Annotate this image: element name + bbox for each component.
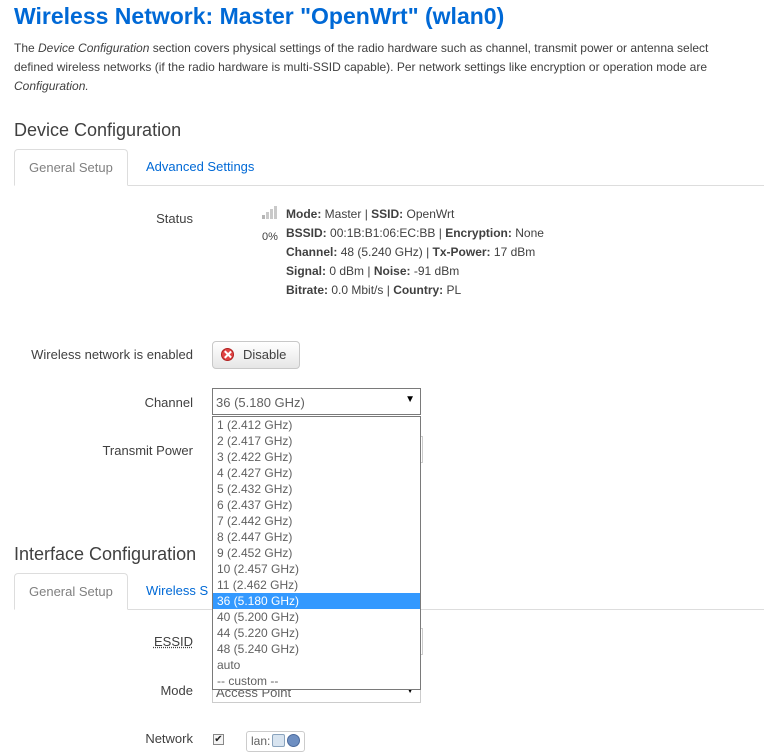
ethernet-icon xyxy=(272,734,286,747)
wifi-network-icon xyxy=(287,734,301,747)
desc-text: section covers physical settings of the … xyxy=(149,41,709,55)
status-bssid-line: BSSID: 00:1B:B1:06:EC:BB | Encryption: N… xyxy=(286,226,544,240)
txpower-value: 17 dBm xyxy=(493,245,536,259)
tab-wireless-security[interactable]: Wireless S xyxy=(146,573,208,608)
status-signal-line: Signal: 0 dBm | Noise: -91 dBm xyxy=(286,264,460,278)
bitrate-value: 0.0 Mbit/s xyxy=(331,283,384,297)
desc-emphasis: Device Configuration xyxy=(38,41,150,55)
tab-interface-general-setup[interactable]: General Setup xyxy=(14,573,128,610)
signal-value: 0 dBm xyxy=(329,264,365,278)
status-label: Status xyxy=(156,211,193,226)
desc-text: defined wireless networks (if the radio … xyxy=(14,60,707,74)
disable-button[interactable]: Disable xyxy=(212,341,300,369)
mode-value: Master xyxy=(324,207,362,221)
page-description: The Device Configuration section covers … xyxy=(14,39,764,96)
network-lan-chip: lan: xyxy=(246,731,306,752)
ssid-label: SSID: xyxy=(371,207,404,221)
signal-label: Signal: xyxy=(286,264,327,278)
signal-percent: 0% xyxy=(262,231,278,243)
channel-option[interactable]: auto xyxy=(213,657,420,673)
encryption-label: Encryption: xyxy=(445,226,512,240)
channel-option[interactable]: 6 (2.437 GHz) xyxy=(213,497,420,513)
country-label: Country: xyxy=(393,283,444,297)
status-channel-line: Channel: 48 (5.240 GHz) | Tx-Power: 17 d… xyxy=(286,245,536,259)
encryption-value: None xyxy=(515,226,544,240)
channel-option[interactable]: 8 (2.447 GHz) xyxy=(213,529,420,545)
channel-select[interactable]: 36 (5.180 GHz) ▼ xyxy=(212,388,421,415)
status-bitrate-line: Bitrate: 0.0 Mbit/s | Country: PL xyxy=(286,283,462,297)
channel-option[interactable]: 4 (2.427 GHz) xyxy=(213,465,420,481)
wireless-enabled-label: Wireless network is enabled xyxy=(31,347,193,362)
channel-status-value: 48 (5.240 GHz) xyxy=(340,245,423,259)
network-checkbox[interactable]: ✔ xyxy=(213,734,224,745)
bitrate-label: Bitrate: xyxy=(286,283,329,297)
mode-label: Mode: xyxy=(286,207,322,221)
noise-value: -91 dBm xyxy=(413,264,460,278)
channel-dropdown-list[interactable]: 1 (2.412 GHz) 2 (2.417 GHz) 3 (2.422 GHz… xyxy=(212,416,421,690)
channel-option[interactable]: 3 (2.422 GHz) xyxy=(213,449,420,465)
channel-option[interactable]: 2 (2.417 GHz) xyxy=(213,433,420,449)
interface-config-title: Interface Configuration xyxy=(14,544,197,564)
channel-option[interactable]: 44 (5.220 GHz) xyxy=(213,625,420,641)
channel-option[interactable]: 11 (2.462 GHz) xyxy=(213,577,420,593)
bssid-value: 00:1B:B1:06:EC:BB xyxy=(330,226,436,240)
noise-label: Noise: xyxy=(373,264,411,278)
channel-option-selected[interactable]: 36 (5.180 GHz) xyxy=(213,593,420,609)
channel-option[interactable]: 10 (2.457 GHz) xyxy=(213,561,420,577)
bssid-label: BSSID: xyxy=(286,226,327,240)
channel-option[interactable]: 7 (2.442 GHz) xyxy=(213,513,420,529)
device-config-tabs: General Setup Advanced Settings xyxy=(14,149,764,186)
essid-label: ESSID xyxy=(153,634,193,649)
channel-option[interactable]: 48 (5.240 GHz) xyxy=(213,641,420,657)
status-mode-line: Mode: Master | SSID: OpenWrt xyxy=(286,207,455,221)
country-value: PL xyxy=(446,283,462,297)
page-title: Wireless Network: Master "OpenWrt" (wlan… xyxy=(14,3,505,29)
tab-advanced-settings[interactable]: Advanced Settings xyxy=(146,149,254,184)
device-config-title: Device Configuration xyxy=(14,120,182,140)
desc-emphasis: Configuration. xyxy=(14,79,89,93)
channel-option[interactable]: 1 (2.412 GHz) xyxy=(213,417,420,433)
txpower-label: Tx-Power: xyxy=(432,245,491,259)
ssid-value: OpenWrt xyxy=(406,207,455,221)
signal-strength-icon xyxy=(262,206,278,219)
disable-button-label: Disable xyxy=(243,347,287,362)
desc-text: The xyxy=(14,41,39,55)
network-label: Network xyxy=(145,731,193,746)
tab-general-setup[interactable]: General Setup xyxy=(14,149,128,186)
channel-option[interactable]: 40 (5.200 GHz) xyxy=(213,609,420,625)
network-name: lan: xyxy=(251,734,271,748)
channel-label: Channel xyxy=(144,395,193,410)
channel-option[interactable]: 9 (2.452 GHz) xyxy=(213,545,420,561)
channel-status-label: Channel: xyxy=(286,245,338,259)
disable-icon xyxy=(221,348,234,361)
channel-option[interactable]: -- custom -- xyxy=(213,673,420,689)
transmit-power-label: Transmit Power xyxy=(102,443,193,458)
mode-label: Mode xyxy=(160,683,193,698)
channel-select-value: 36 (5.180 GHz) xyxy=(216,395,305,410)
chevron-down-icon: ▼ xyxy=(405,394,415,405)
channel-option[interactable]: 5 (2.432 GHz) xyxy=(213,481,420,497)
